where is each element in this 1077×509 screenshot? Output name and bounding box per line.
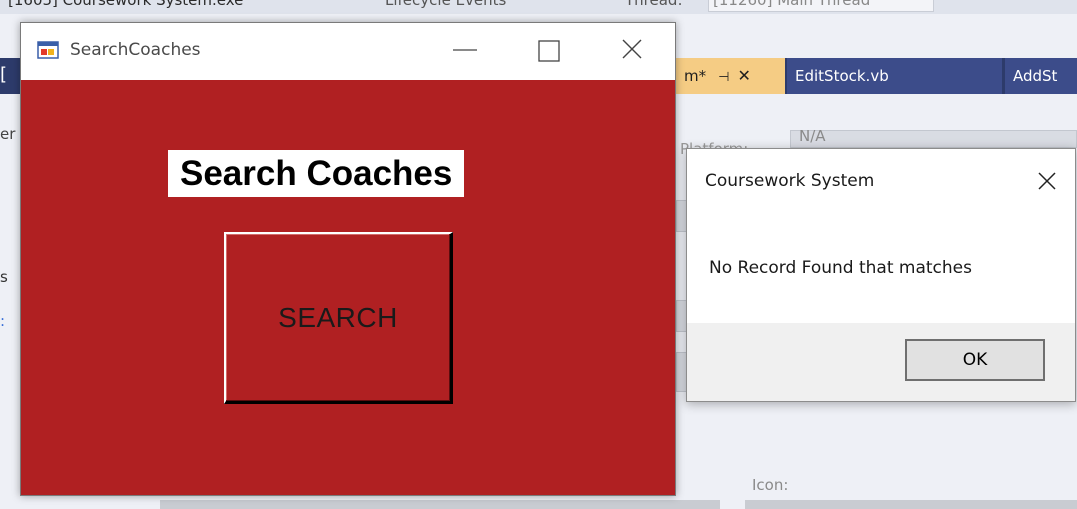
ide-tab-label: EditStock.vb <box>795 67 889 85</box>
maximize-icon <box>538 40 560 62</box>
close-icon <box>622 39 642 59</box>
search-coaches-window: SearchCoaches Search Coaches SEARCH <box>20 22 676 496</box>
ide-left-fragment: er <box>0 125 16 143</box>
close-tab-icon[interactable]: ✕ <box>737 66 750 85</box>
ide-thread-value: [11260] Main Thread <box>713 0 871 9</box>
search-button-label: SEARCH <box>278 301 398 333</box>
dialog-close-button[interactable] <box>1027 161 1067 201</box>
page-title: Search Coaches <box>168 150 465 197</box>
app-icon <box>37 41 59 59</box>
ide-platform-field[interactable]: N/A <box>790 127 1077 148</box>
dialog-title: Coursework System <box>705 171 875 191</box>
dialog-footer: OK <box>687 323 1075 401</box>
ide-thread-dropdown[interactable]: [11260] Main Thread <box>708 0 934 12</box>
close-button[interactable] <box>611 23 657 77</box>
ok-button-label: OK <box>962 350 988 370</box>
ide-icon-label: Icon: <box>752 476 789 494</box>
ide-tab-label: m* <box>684 67 707 85</box>
ide-lifecycle-label[interactable]: Lifecycle Events <box>385 0 506 9</box>
ok-button[interactable]: OK <box>905 339 1045 381</box>
ide-toolbar: [1605] Coursework System.exe Lifecycle E… <box>0 0 1077 14</box>
minimize-icon <box>453 49 477 51</box>
ide-tab-form-designer[interactable]: m* ⊣ ✕ <box>676 58 785 94</box>
maximize-button[interactable] <box>527 23 573 77</box>
ide-thread-label: Thread: <box>625 0 683 9</box>
ide-bottom-field <box>160 500 720 509</box>
form-titlebar[interactable]: SearchCoaches <box>21 23 675 80</box>
ide-tab-addstock[interactable]: AddSt <box>1005 58 1077 94</box>
pin-icon[interactable]: ⊣ <box>718 70 729 85</box>
dialog-message: No Record Found that matches <box>709 258 972 278</box>
close-icon <box>1038 172 1056 190</box>
minimize-button[interactable] <box>441 23 487 77</box>
message-box-dialog: Coursework System No Record Found that m… <box>686 148 1076 402</box>
ide-left-fragment: [ <box>0 64 8 85</box>
ide-tab-editstock[interactable]: EditStock.vb <box>787 58 1002 94</box>
dialog-titlebar[interactable]: Coursework System <box>687 149 1075 207</box>
ide-bottom-field <box>745 500 1077 509</box>
ide-left-fragment: : <box>0 312 6 330</box>
form-title: SearchCoaches <box>70 40 201 60</box>
ide-left-fragment: s <box>0 268 8 286</box>
form-client-area: Search Coaches SEARCH <box>21 80 675 495</box>
ide-tab-label: AddSt <box>1013 67 1058 85</box>
ide-platform-value: N/A <box>799 127 826 145</box>
search-button[interactable]: SEARCH <box>224 232 453 404</box>
ide-process-label: [1605] Coursework System.exe <box>8 0 244 9</box>
